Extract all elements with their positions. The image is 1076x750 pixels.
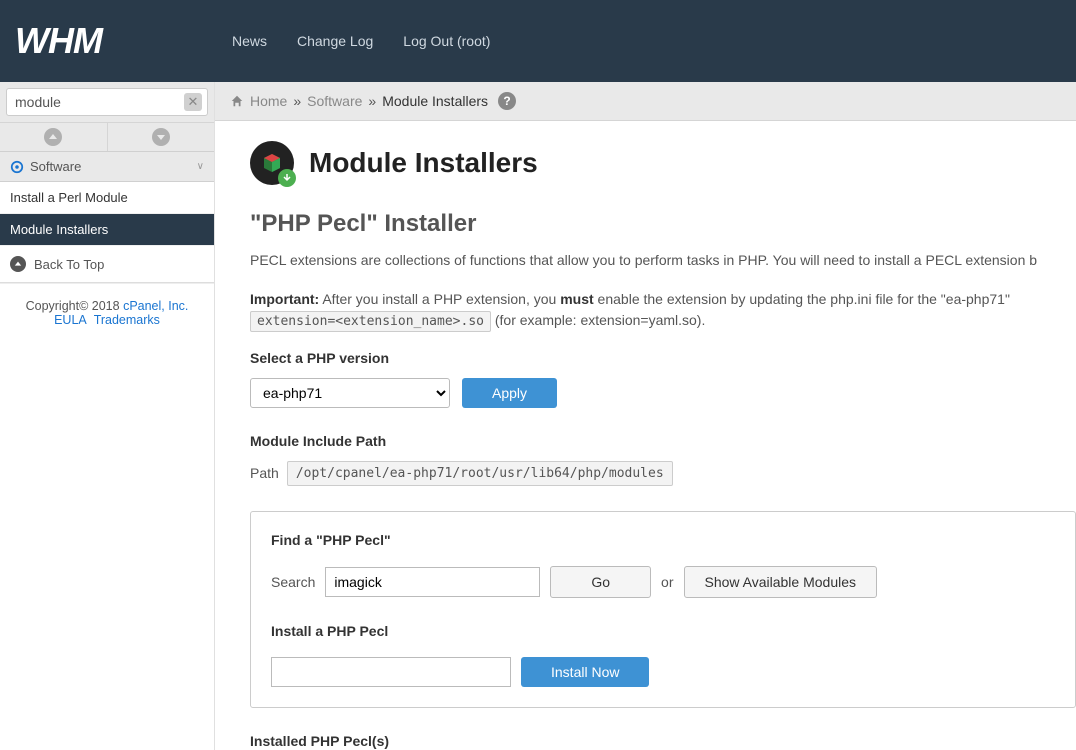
select-php-row: ea-php71 Apply: [250, 378, 1076, 408]
nav-logout[interactable]: Log Out (root): [403, 33, 490, 49]
chevron-down-icon: ∨: [197, 161, 204, 172]
cpanel-link[interactable]: cPanel, Inc.: [123, 299, 188, 313]
go-button[interactable]: Go: [550, 566, 651, 598]
search-label: Search: [271, 574, 315, 590]
gear-icon: [10, 160, 24, 174]
logo: WHM: [15, 20, 102, 62]
must-text: must: [560, 291, 593, 307]
installer-subtitle: "PHP Pecl" Installer: [250, 210, 1076, 238]
find-pecl-title: Find a "PHP Pecl": [271, 532, 1055, 548]
download-badge-icon: [278, 169, 296, 187]
install-pecl-title: Install a PHP Pecl: [271, 623, 1055, 639]
show-available-button[interactable]: Show Available Modules: [684, 566, 878, 598]
important-text-2: enable the extension by updating the php…: [594, 291, 1010, 307]
install-now-button[interactable]: Install Now: [521, 657, 649, 687]
pecl-install-input[interactable]: [271, 657, 511, 687]
breadcrumb-sep: »: [293, 93, 301, 109]
important-text-1: After you install a PHP extension, you: [319, 291, 560, 307]
back-top-label: Back To Top: [34, 257, 104, 272]
page-icon: [250, 141, 294, 185]
crumb-software[interactable]: Software: [307, 93, 362, 109]
back-to-top-button[interactable]: Back To Top: [0, 246, 214, 283]
sidebar: ✕ Software ∨ Install a Perl Module Modul…: [0, 82, 215, 750]
breadcrumb: Home » Software » Module Installers ?: [215, 82, 1076, 121]
help-icon[interactable]: ?: [498, 92, 516, 110]
arrow-down-icon: [152, 128, 170, 146]
arrow-up-icon: [44, 128, 62, 146]
code-after-text: (for example: extension=yaml.so).: [491, 312, 705, 328]
arrow-row: [0, 122, 214, 151]
sidebar-section-software[interactable]: Software ∨: [0, 151, 214, 182]
module-path-label: Module Include Path: [250, 433, 1076, 449]
select-php-label: Select a PHP version: [250, 350, 1076, 366]
arrow-up-button[interactable]: [0, 123, 108, 151]
nav-news[interactable]: News: [232, 33, 267, 49]
extension-code: extension=<extension_name>.so: [250, 311, 491, 332]
breadcrumb-sep: »: [368, 93, 376, 109]
sidebar-item-perl-module[interactable]: Install a Perl Module: [0, 182, 214, 214]
sidebar-search-input[interactable]: [6, 88, 208, 116]
top-nav: News Change Log Log Out (root): [232, 33, 490, 49]
installer-desc: PECL extensions are collections of funct…: [250, 250, 1076, 271]
trademarks-link[interactable]: Trademarks: [94, 313, 160, 327]
copyright-text: Copyright© 2018: [26, 299, 123, 313]
crumb-current: Module Installers: [382, 93, 488, 109]
section-label: Software: [30, 159, 81, 174]
sidebar-item-module-installers[interactable]: Module Installers: [0, 214, 214, 246]
important-label: Important:: [250, 291, 319, 307]
page-title-row: Module Installers: [250, 141, 1076, 185]
find-pecl-box: Find a "PHP Pecl" Search Go or Show Avai…: [250, 511, 1076, 708]
nav-changelog[interactable]: Change Log: [297, 33, 373, 49]
search-clear-icon[interactable]: ✕: [184, 93, 202, 111]
home-icon: [230, 94, 244, 108]
find-search-row: Search Go or Show Available Modules: [271, 566, 1055, 598]
pecl-search-input[interactable]: [325, 567, 540, 597]
php-version-select[interactable]: ea-php71: [250, 378, 450, 408]
path-prefix: Path: [250, 465, 279, 481]
main-content: Home » Software » Module Installers ?: [215, 82, 1076, 750]
page-title: Module Installers: [309, 147, 538, 179]
path-value: /opt/cpanel/ea-php71/root/usr/lib64/php/…: [287, 461, 673, 486]
arrow-down-button[interactable]: [108, 123, 215, 151]
sidebar-search-row: ✕: [0, 82, 214, 122]
installed-pecls-title: Installed PHP Pecl(s): [250, 733, 1076, 749]
important-note: Important: After you install a PHP exten…: [250, 289, 1076, 332]
top-bar: WHM News Change Log Log Out (root): [0, 0, 1076, 82]
crumb-home[interactable]: Home: [250, 93, 287, 109]
apply-button[interactable]: Apply: [462, 378, 557, 408]
eula-link[interactable]: EULA: [54, 313, 87, 327]
install-row: Install Now: [271, 657, 1055, 687]
path-row: Path /opt/cpanel/ea-php71/root/usr/lib64…: [250, 461, 1076, 486]
sidebar-footer: Copyright© 2018 cPanel, Inc. EULA Tradem…: [0, 283, 214, 342]
or-text: or: [661, 574, 673, 590]
arrow-up-icon: [10, 256, 26, 272]
